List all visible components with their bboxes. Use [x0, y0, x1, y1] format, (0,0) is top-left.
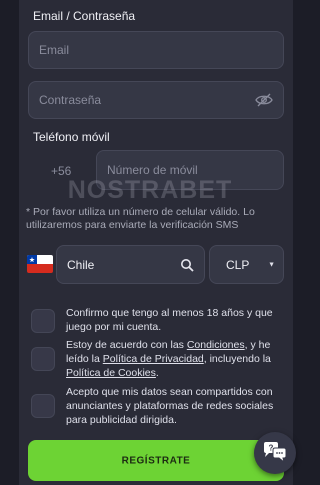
currency-value: CLP — [226, 257, 250, 272]
cookies-policy-link[interactable]: Política de Cookies — [66, 367, 156, 379]
country-value: Chile — [67, 257, 95, 272]
marketing-checkbox-label: Acepto que mis datos sean compartidos co… — [66, 386, 274, 426]
country-select[interactable]: Chile — [56, 245, 205, 284]
phone-note: * Por favor utiliza un número de celular… — [26, 206, 255, 231]
watermark: NOSTRABET — [67, 176, 233, 204]
terms-suffix: . — [155, 367, 159, 379]
svg-text:?: ? — [269, 444, 274, 453]
email-placeholder: Email — [39, 43, 70, 57]
register-button[interactable]: REGÍSTRATE — [28, 440, 284, 481]
terms-middle2: , incluyendo la — [203, 353, 271, 365]
password-input[interactable]: Contraseña — [28, 81, 284, 119]
terms-checkbox-label: Estoy de acuerdo con las Condiciones, y … — [66, 338, 288, 380]
chile-flag-icon — [27, 255, 53, 273]
search-icon[interactable] — [180, 258, 194, 272]
email-input[interactable]: Email — [28, 31, 284, 69]
register-button-label: REGÍSTRATE — [121, 455, 191, 466]
phone-placeholder: Número de móvil — [107, 163, 198, 177]
email-password-label: Email / Contraseña — [33, 9, 136, 23]
password-placeholder: Contraseña — [39, 93, 102, 107]
privacy-policy-link[interactable]: Política de Privacidad — [103, 353, 204, 365]
age-checkbox[interactable] — [31, 309, 55, 333]
eye-off-icon[interactable] — [255, 93, 273, 107]
conditions-link[interactable]: Condiciones — [187, 339, 245, 351]
age-checkbox-label: Confirmo que tengo al menos 18 años y qu… — [66, 307, 273, 333]
terms-prefix: Estoy de acuerdo con las — [66, 339, 187, 351]
currency-select[interactable]: CLP ▼ — [209, 245, 284, 284]
terms-checkbox[interactable] — [31, 347, 55, 371]
phone-label: Teléfono móvil — [33, 130, 110, 144]
caret-down-icon: ▼ — [268, 261, 275, 268]
marketing-checkbox[interactable] — [31, 394, 55, 418]
chat-bubbles-icon[interactable]: ? — [254, 432, 296, 474]
registration-page: Email / Contraseña Email Contraseña Telé… — [0, 0, 300, 485]
